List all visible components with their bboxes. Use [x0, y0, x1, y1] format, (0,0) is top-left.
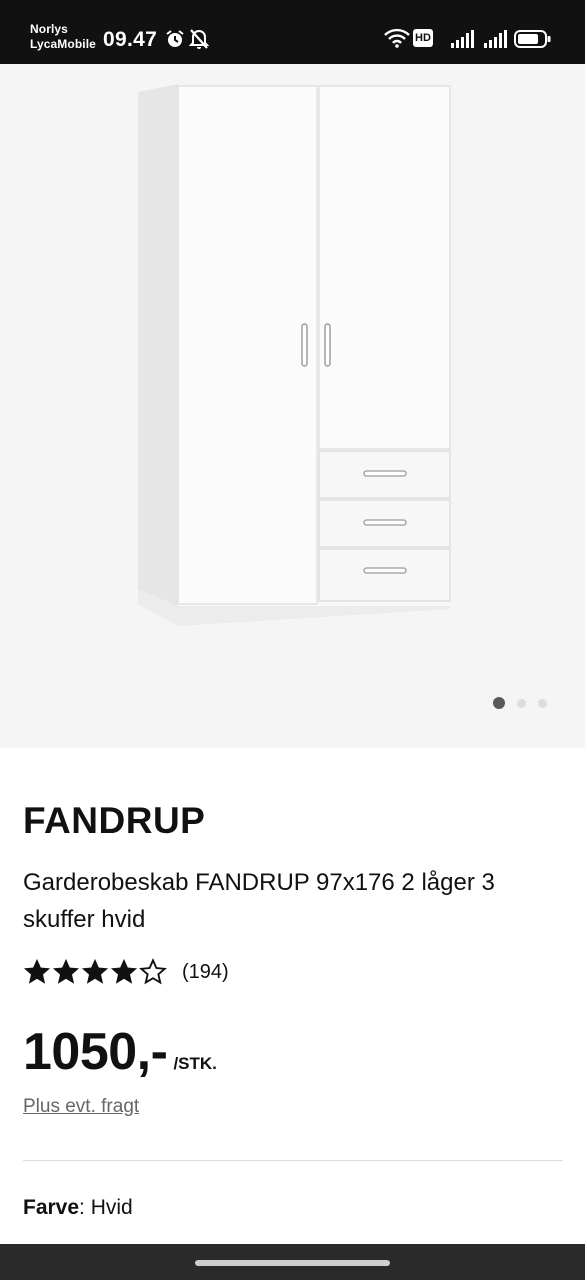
navigation-bar — [0, 1244, 585, 1280]
product-description: Garderobeskab FANDRUP 97x176 2 låger 3 s… — [23, 869, 495, 933]
price-value: 1050,- — [23, 1023, 168, 1081]
home-gesture-handle[interactable] — [195, 1260, 390, 1266]
carrier-line-1: Norlys — [30, 22, 68, 36]
bell-muted-icon — [189, 29, 209, 49]
status-bar: Norlys LycaMobile 09.47 HD — [0, 0, 585, 64]
product-brand: FANDRUP — [23, 800, 206, 841]
signal-icon-2 — [484, 30, 507, 48]
clock: 09.47 — [103, 28, 158, 51]
price: 1050,- /STK. — [23, 1022, 217, 1082]
color-selector[interactable]: Farve: Hvid — [23, 1196, 133, 1220]
star-filled-icon — [52, 958, 80, 984]
alarm-icon — [166, 30, 184, 47]
carousel-dot-1[interactable] — [493, 697, 505, 709]
carousel-indicator[interactable] — [493, 697, 547, 709]
star-filled-icon — [23, 958, 51, 984]
carrier-line-2: LycaMobile — [30, 37, 96, 51]
wardrobe-image — [138, 84, 451, 626]
star-filled-icon — [81, 958, 109, 984]
product-rating[interactable]: (194) — [23, 958, 229, 986]
shipping-note-link[interactable]: Plus evt. fragt — [23, 1096, 139, 1118]
carrier-name: Norlys LycaMobile — [30, 22, 96, 52]
rating-stars — [23, 958, 167, 986]
color-value: : Hvid — [79, 1196, 133, 1219]
hd-badge: HD — [413, 29, 433, 47]
battery-icon — [514, 30, 551, 48]
carousel-dot-2[interactable] — [517, 698, 526, 708]
carousel-dot-3[interactable] — [538, 698, 547, 708]
star-empty-icon — [139, 958, 167, 985]
review-count[interactable]: (194) — [182, 961, 229, 984]
divider — [23, 1160, 563, 1161]
wifi-icon — [384, 28, 410, 48]
signal-icon — [451, 30, 474, 48]
star-filled-icon — [110, 958, 138, 984]
product-image-gallery[interactable] — [0, 64, 585, 748]
price-unit: /STK. — [173, 1054, 217, 1073]
color-label: Farve — [23, 1196, 80, 1219]
